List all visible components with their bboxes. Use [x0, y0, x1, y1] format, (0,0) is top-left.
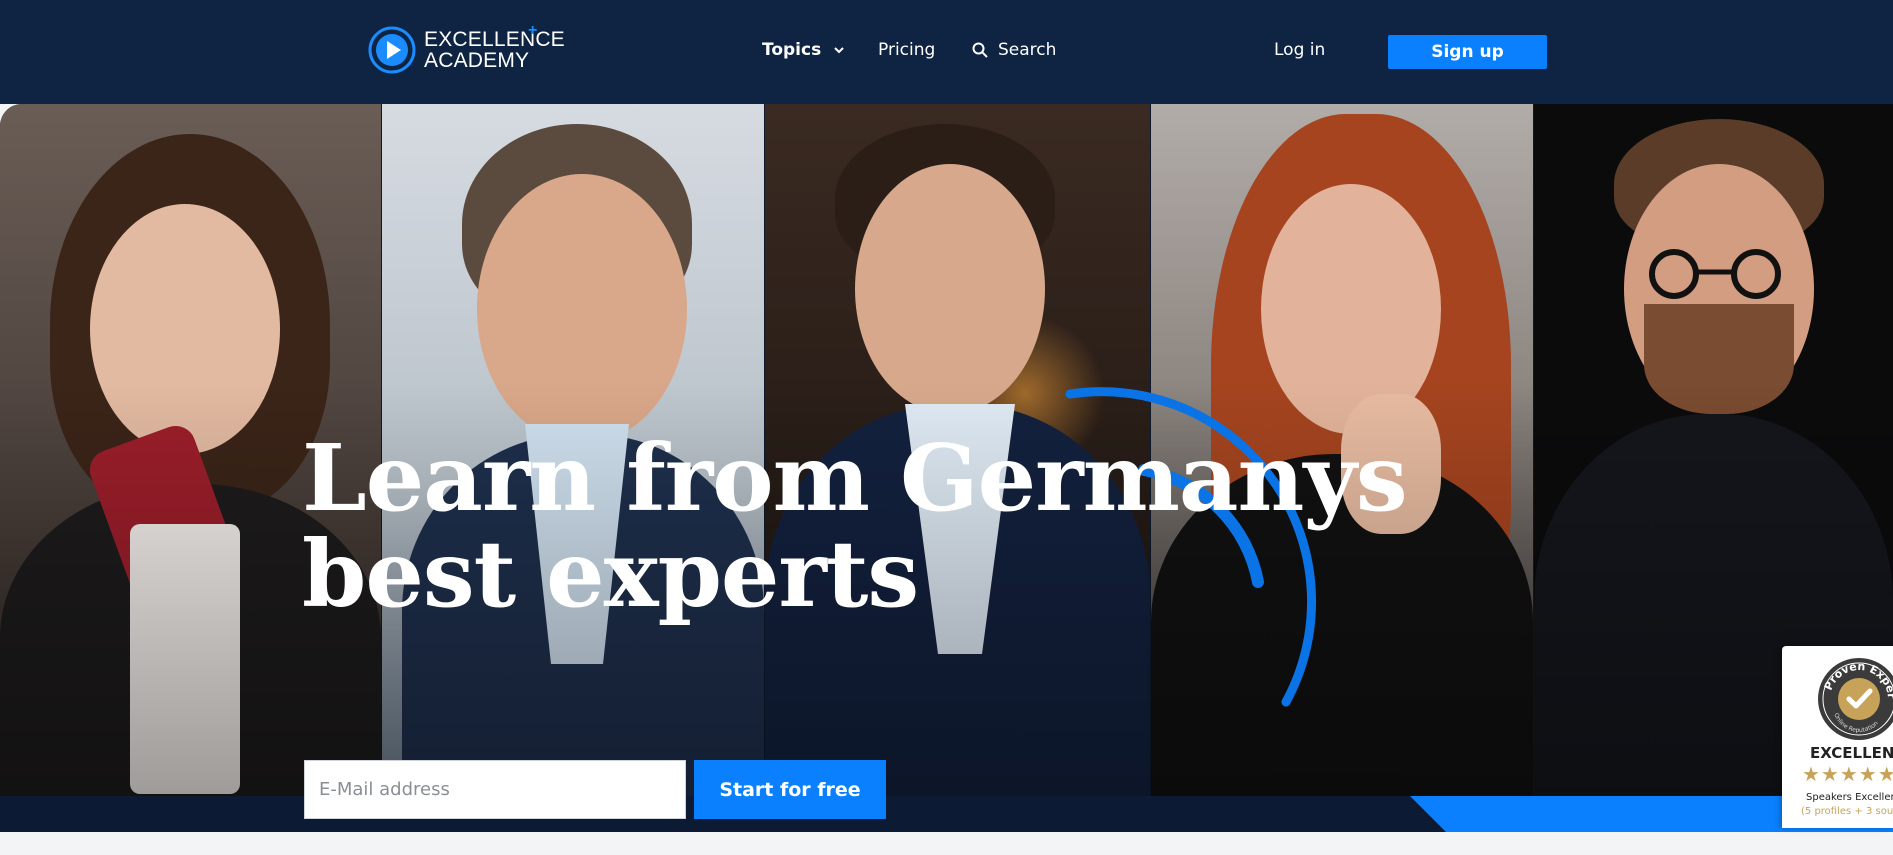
logo-line2: ACADEMY — [424, 49, 530, 72]
pe-profile-name: Speakers Excellence — [1806, 792, 1893, 803]
nav-topics[interactable]: Topics — [762, 40, 845, 60]
start-for-free-button[interactable]: Start for free — [694, 760, 886, 819]
page: EXCELLENCE ACADEMY + Topics Pricing Sear… — [0, 0, 1893, 855]
logo-mark-icon — [368, 26, 416, 74]
nav-pricing-label: Pricing — [878, 40, 936, 60]
headline-line-2: best experts — [302, 520, 919, 628]
search-icon — [972, 42, 988, 58]
nav-pricing[interactable]: Pricing — [878, 40, 935, 60]
login-link[interactable]: Log in — [1274, 40, 1325, 60]
nav-search-label: Search — [998, 40, 1057, 60]
hero-headline: Learn from Germanys best experts — [302, 430, 1408, 622]
nav-search[interactable]: Search — [972, 40, 1056, 60]
proven-expert-widget[interactable]: Proven Expert Online Reputation EXCELLEN… — [1782, 646, 1893, 828]
logo-line1: EXCELLENCE — [424, 28, 565, 51]
email-input[interactable] — [304, 760, 686, 819]
logo-text: EXCELLENCE ACADEMY — [424, 29, 565, 71]
logo-plus: + — [528, 22, 538, 39]
star-rating-icon: ★★★★★ — [1802, 764, 1893, 786]
headline-line-1: Learn from Germanys — [302, 424, 1408, 532]
nav-topics-label: Topics — [762, 40, 822, 60]
site-header: EXCELLENCE ACADEMY + Topics Pricing Sear… — [0, 0, 1893, 104]
signup-button[interactable]: Sign up — [1388, 35, 1547, 69]
pe-sources: (5 profiles + 3 sources) — [1801, 806, 1893, 817]
pe-rating-label: EXCELLENT — [1810, 744, 1893, 762]
logo[interactable]: EXCELLENCE ACADEMY + — [366, 22, 565, 76]
proven-expert-seal: Proven Expert Online Reputation — [1816, 656, 1893, 740]
chevron-down-icon — [834, 47, 844, 54]
